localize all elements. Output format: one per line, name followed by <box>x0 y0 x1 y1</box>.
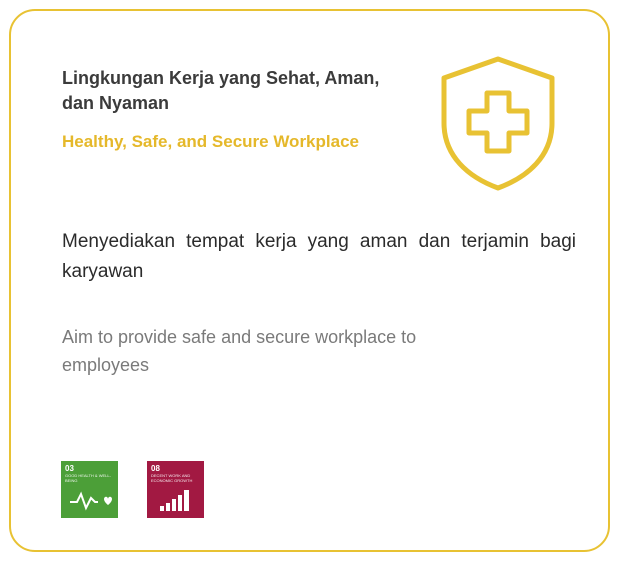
growth-bars-icon <box>160 490 189 511</box>
sdg-badge-8: 08 Decent Work and Economic Growth <box>147 461 204 518</box>
description-indonesian: Menyediakan tempat kerja yang aman dan t… <box>62 231 576 282</box>
title-english: Healthy, Safe, and Secure Workplace <box>62 132 359 151</box>
description-english: Aim to provide safe and secure workplace… <box>62 327 417 375</box>
sdg-badge-3: 03 Good Health & Well-Being <box>61 461 118 518</box>
heartbeat-icon <box>70 491 112 511</box>
shield-plus-icon <box>441 56 555 191</box>
title-indonesian: Lingkungan Kerja yang Sehat, Aman, dan N… <box>62 68 380 113</box>
